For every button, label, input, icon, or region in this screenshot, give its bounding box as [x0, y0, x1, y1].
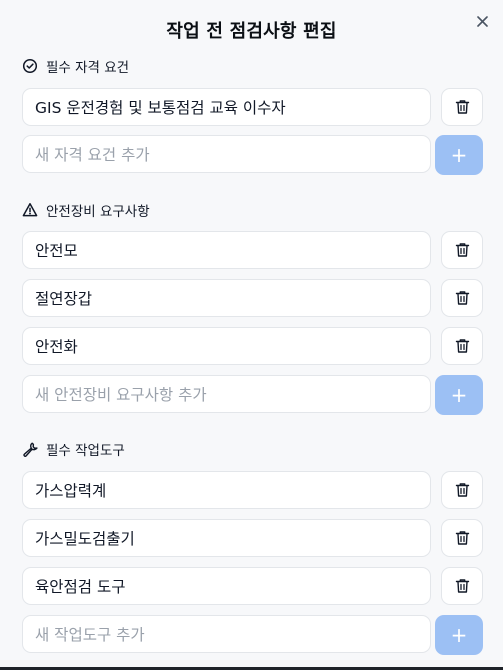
section-qualifications-header: 필수 자격 요건: [22, 56, 129, 76]
list-item: 가스밀도검출기: [22, 519, 483, 559]
close-icon: [476, 15, 488, 27]
trash-icon: [455, 100, 469, 114]
delete-button[interactable]: [441, 88, 483, 126]
section-title: 안전장비 요구사항: [46, 204, 150, 220]
add-tool-button[interactable]: +: [435, 615, 483, 655]
delete-button[interactable]: [441, 567, 483, 605]
edit-checklist-dialog: 작업 전 점검사항 편집 필수 자격 요건 GIS 운전경험 및 보통점검 교육…: [0, 0, 503, 670]
wrench-icon: [23, 442, 38, 457]
tool-field[interactable]: 육안점검 도구: [22, 567, 431, 605]
delete-button[interactable]: [441, 279, 483, 317]
warning-triangle-icon: [22, 203, 38, 217]
delete-button[interactable]: [441, 519, 483, 557]
tool-field[interactable]: 가스밀도검출기: [22, 519, 431, 557]
list-item: 육안점검 도구: [22, 567, 483, 607]
trash-icon: [455, 243, 469, 257]
safety-equipment-field[interactable]: 안전화: [22, 327, 431, 365]
trash-icon: [455, 339, 469, 353]
safety-equipment-field[interactable]: 절연장갑: [22, 279, 431, 317]
tool-field[interactable]: 가스압력계: [22, 471, 431, 509]
add-row: 새 안전장비 요구사항 추가 +: [22, 375, 483, 415]
dialog-title: 작업 전 점검사항 편집: [166, 21, 337, 42]
trash-icon: [455, 531, 469, 545]
section-safety-equipment-header: 안전장비 요구사항: [22, 200, 150, 220]
list-item: 가스압력계: [22, 471, 483, 511]
add-safety-equipment-button[interactable]: +: [435, 375, 483, 415]
delete-button[interactable]: [441, 471, 483, 509]
trash-icon: [455, 291, 469, 305]
trash-icon: [455, 483, 469, 497]
new-safety-equipment-input[interactable]: 새 안전장비 요구사항 추가: [22, 375, 431, 413]
safety-equipment-field[interactable]: 안전모: [22, 231, 431, 269]
new-qualification-input[interactable]: 새 자격 요건 추가: [22, 135, 431, 173]
list-item: 절연장갑: [22, 279, 483, 319]
qualification-field[interactable]: GIS 운전경험 및 보통점검 교육 이수자: [22, 88, 431, 126]
add-row: 새 작업도구 추가 +: [22, 615, 483, 655]
section-tools-header: 필수 작업도구: [22, 439, 125, 459]
trash-icon: [455, 579, 469, 593]
new-tool-input[interactable]: 새 작업도구 추가: [22, 615, 431, 653]
list-item: 안전화: [22, 327, 483, 367]
add-row: 새 자격 요건 추가 +: [22, 135, 483, 175]
list-item: 안전모: [22, 231, 483, 271]
section-title: 필수 자격 요건: [46, 60, 130, 76]
close-button[interactable]: [473, 12, 491, 30]
add-qualification-button[interactable]: +: [435, 135, 483, 175]
delete-button[interactable]: [441, 231, 483, 269]
list-item: GIS 운전경험 및 보통점검 교육 이수자: [22, 88, 483, 128]
delete-button[interactable]: [441, 327, 483, 365]
section-title: 필수 작업도구: [46, 443, 125, 459]
check-circle-icon: [22, 58, 38, 74]
